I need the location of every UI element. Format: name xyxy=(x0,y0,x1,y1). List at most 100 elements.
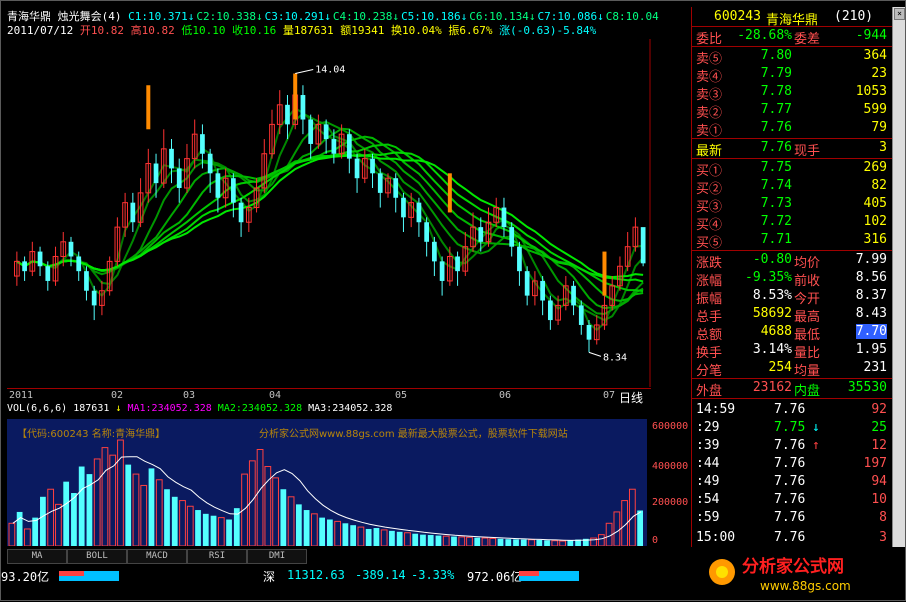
stat-label: 均价 xyxy=(794,256,821,271)
tick-price: 7.75 xyxy=(774,420,806,435)
amplitude-value: 振6.67% xyxy=(448,24,493,37)
high-value: 高10.82 xyxy=(130,24,175,37)
volume-bar xyxy=(40,496,46,546)
stat-value: 8.43 xyxy=(855,306,887,321)
candle-body xyxy=(22,261,27,272)
status-bar: 93.20亿 深 11312.63 -389.14 -3.33% 972.06亿 xyxy=(1,566,691,586)
candle-body xyxy=(308,119,314,144)
tick-price: 7.76 xyxy=(774,492,806,507)
close-icon[interactable]: × xyxy=(894,8,905,20)
vertical-scrollbar[interactable]: × xyxy=(892,7,905,547)
candle-body xyxy=(401,197,406,218)
ma-ribbon-line xyxy=(16,151,644,283)
candle-body xyxy=(640,227,646,264)
candle-body xyxy=(478,227,484,242)
ask-row: 卖① 7.76 79 xyxy=(694,120,889,139)
candle-body xyxy=(45,266,51,281)
volume-tick-label: 200000 xyxy=(652,497,689,508)
candle-body xyxy=(586,324,592,340)
bid-label: 买③ xyxy=(696,200,723,215)
ma-ribbon-line xyxy=(16,135,644,302)
tick-row: :59 7.76 8 xyxy=(694,510,889,528)
bid-label: 买① xyxy=(696,164,723,179)
ask-row: 卖② 7.77 599 xyxy=(694,102,889,121)
tick-time: :39 xyxy=(696,438,720,453)
volume-bar xyxy=(32,517,39,546)
date-axis: 2011 02 03 04 05 06 07 日线 xyxy=(7,388,651,405)
volume-bar xyxy=(637,510,643,546)
volume-bar xyxy=(389,530,395,546)
market-amount: 972.06亿 xyxy=(467,570,523,584)
bid-volume: 316 xyxy=(863,232,887,247)
indicator-tab-dmi[interactable]: DMI xyxy=(247,549,307,564)
volume-bar xyxy=(226,519,232,546)
volume-bar xyxy=(202,513,209,546)
stat-label: 总手 xyxy=(696,310,723,325)
ask-price: 7.77 xyxy=(760,102,792,117)
stat-value: 58692 xyxy=(752,306,792,321)
signal-bar xyxy=(146,85,151,130)
candle-body xyxy=(346,134,352,159)
indicator-tab-ma[interactable]: MA xyxy=(7,549,67,564)
low-marker-line xyxy=(588,351,602,357)
low-value: 低10.10 xyxy=(181,24,226,37)
weicha-value: -944 xyxy=(855,28,887,43)
market-name: 深 xyxy=(263,570,276,584)
volume-bar xyxy=(451,536,457,546)
ask-row: 卖③ 7.78 1053 xyxy=(694,84,889,103)
indicator-tab-boll[interactable]: BOLL xyxy=(67,549,127,564)
xianshou-label: 现手 xyxy=(794,144,821,159)
tick-price: 7.76 xyxy=(774,530,806,545)
date-tick-label: 05 xyxy=(395,390,408,401)
bid-volume: 82 xyxy=(871,178,887,193)
tick-volume: 3 xyxy=(879,530,887,545)
tick-time: :29 xyxy=(696,420,720,435)
volume-bar xyxy=(164,489,170,546)
ask-label: 卖② xyxy=(696,106,723,121)
amount-value: 额19341 xyxy=(340,24,385,37)
panel-divider xyxy=(692,250,893,251)
volume-chart[interactable]: 【代码:600243 名称:青海华鼎】 分析家公式网www.88gs.com 最新… xyxy=(7,419,647,546)
logo-flower-center xyxy=(716,566,728,578)
indicator-tab-rsi[interactable]: RSI xyxy=(187,549,247,564)
close-value: 收10.16 xyxy=(232,24,277,37)
candle-body xyxy=(517,246,522,272)
panel-divider xyxy=(692,378,893,379)
candle-body xyxy=(432,241,437,262)
change-value: 涨(-0.63)-5.84% xyxy=(499,24,597,37)
watermark-logo: 分析家公式网 www.88gs.com xyxy=(709,556,851,593)
ask-volume: 23 xyxy=(871,66,887,81)
signal-bar xyxy=(293,73,298,120)
index-value: 11312.63 xyxy=(287,568,345,582)
volume-current: 187631 xyxy=(73,403,110,414)
stat-label: 振幅 xyxy=(696,292,723,307)
signal-bar xyxy=(447,173,452,213)
tick-volume: 197 xyxy=(863,456,887,471)
stat-value: 8.53% xyxy=(752,288,792,303)
bid-row: 买④ 7.72 102 xyxy=(694,214,889,233)
candle-body xyxy=(393,178,399,198)
app-window: 青海华鼎 烛光舞会(4) C1:10.371↓ C2:10.338↓ C3:10.2… xyxy=(0,0,906,601)
left-amount: 93.20亿 xyxy=(1,570,50,584)
volume-bar xyxy=(295,504,302,546)
stat-label: 涨跌 xyxy=(696,256,723,271)
low-label: 8.34 xyxy=(603,352,627,363)
date-tick-label: 04 xyxy=(269,390,282,401)
stat-label: 换手 xyxy=(696,346,723,361)
candlestick-chart[interactable]: 14.04 8.34 xyxy=(7,39,651,387)
volume-bar xyxy=(365,528,372,546)
stat-label: 前收 xyxy=(794,274,821,289)
indicator-tab-macd[interactable]: MACD xyxy=(127,549,187,564)
candle-body xyxy=(300,95,306,120)
candle-body xyxy=(176,168,182,188)
stat-label: 最低 xyxy=(794,328,821,343)
ask-row: 卖⑤ 7.80 364 xyxy=(694,48,889,67)
tick-row: :54 7.76 10 xyxy=(694,492,889,510)
tick-row: :49 7.76 94 xyxy=(694,474,889,492)
tick-price: 7.76 xyxy=(774,456,806,471)
panel-divider xyxy=(692,138,893,139)
stat-label: 量比 xyxy=(794,346,821,361)
neipan-value: 35530 xyxy=(847,380,887,395)
candle-body xyxy=(571,285,576,306)
volume-bar xyxy=(513,539,519,546)
